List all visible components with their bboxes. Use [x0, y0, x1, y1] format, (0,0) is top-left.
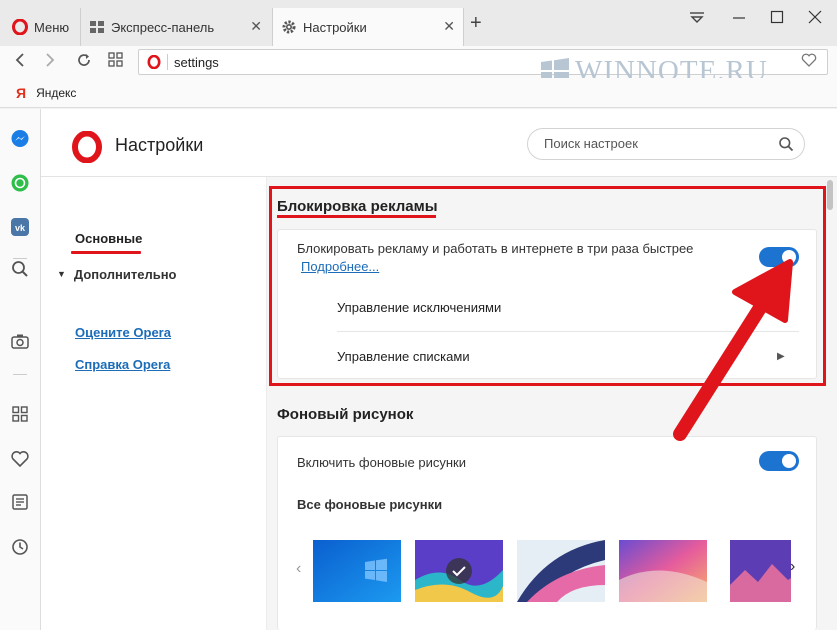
search-icon[interactable] — [778, 136, 794, 152]
all-backgrounds-label: Все фоновые рисунки — [297, 497, 443, 512]
wallpaper-thumb[interactable] — [619, 540, 707, 602]
tab-menu-label: Меню — [34, 19, 70, 35]
nav-advanced[interactable]: ▼ Дополнительно — [57, 267, 177, 282]
wallpaper-thumb-selected[interactable] — [415, 540, 503, 602]
camera-icon[interactable] — [10, 331, 30, 351]
tab-settings-label: Настройки — [303, 19, 367, 35]
sidebar: vk — [0, 109, 41, 630]
nav-advanced-label: Дополнительно — [73, 267, 177, 282]
tab-express-panel[interactable]: Экспресс-панель ✕ — [80, 8, 270, 46]
annotation-underline — [277, 215, 436, 218]
vk-icon[interactable]: vk — [10, 217, 30, 237]
forward-button[interactable] — [44, 52, 56, 73]
settings-search[interactable] — [527, 128, 805, 160]
tab-bar: Меню Экспресс-панель ✕ Настройки ✕ + — [0, 0, 837, 46]
grid-icon[interactable] — [10, 404, 30, 424]
back-button[interactable] — [14, 52, 26, 73]
opera-help-link[interactable]: Справка Opera — [75, 357, 170, 372]
svg-text:vk: vk — [15, 223, 26, 233]
background-toggle[interactable] — [759, 451, 799, 471]
toggle-knob — [782, 454, 796, 468]
close-icon[interactable]: ✕ — [250, 18, 262, 35]
background-section-title: Фоновый рисунок — [277, 406, 414, 423]
heart-icon[interactable] — [801, 53, 817, 72]
tab-settings[interactable]: Настройки ✕ — [272, 8, 464, 46]
gear-icon — [282, 20, 296, 34]
maximize-button[interactable] — [770, 10, 784, 28]
rate-opera-link[interactable]: Оцените Opera — [75, 325, 171, 340]
bookmarks-bar: Я Яндекс — [0, 78, 837, 108]
url-text: settings — [174, 54, 219, 70]
opera-logo-icon — [147, 55, 161, 69]
search-icon[interactable] — [10, 259, 30, 279]
triangle-down-icon: ▼ — [57, 269, 66, 279]
wallpaper-thumb[interactable] — [721, 540, 791, 602]
whatsapp-icon[interactable] — [10, 173, 30, 193]
background-toggle-label: Включить фоновые рисунки — [297, 455, 466, 470]
annotation-underline — [71, 251, 141, 254]
messenger-icon[interactable] — [10, 129, 30, 149]
sidebar-divider — [13, 374, 27, 375]
yandex-icon: Я — [16, 84, 27, 101]
reload-button[interactable] — [76, 52, 92, 73]
search-input[interactable] — [544, 136, 764, 151]
close-icon[interactable]: ✕ — [443, 18, 455, 35]
settings-header: Настройки — [41, 109, 837, 177]
close-window-button[interactable] — [808, 10, 822, 28]
tab-express-label: Экспресс-панель — [111, 19, 215, 35]
wallpaper-thumb[interactable] — [313, 540, 401, 602]
heart-icon[interactable] — [10, 449, 30, 469]
opera-logo-icon — [72, 131, 102, 163]
news-icon[interactable] — [10, 492, 30, 512]
tab-menu-icon[interactable] — [688, 10, 706, 30]
wallpaper-thumb[interactable] — [517, 540, 605, 602]
page-title: Настройки — [115, 135, 204, 155]
carousel-prev-icon[interactable]: ‹ — [296, 560, 301, 578]
grid-icon — [90, 21, 104, 33]
history-icon[interactable] — [10, 537, 30, 557]
opera-logo-icon — [12, 19, 28, 35]
nav-basic[interactable]: Основные — [75, 231, 142, 246]
speed-dial-icon[interactable] — [108, 52, 123, 72]
minimize-button[interactable] — [732, 10, 746, 28]
new-tab-button[interactable]: + — [470, 12, 482, 35]
url-separator — [167, 54, 168, 70]
bookmark-yandex[interactable]: Яндекс — [36, 86, 76, 100]
scrollbar[interactable] — [827, 180, 833, 210]
settings-nav: Основные ▼ Дополнительно Оцените Opera Сп… — [41, 177, 267, 630]
tab-menu[interactable]: Меню — [4, 8, 76, 46]
